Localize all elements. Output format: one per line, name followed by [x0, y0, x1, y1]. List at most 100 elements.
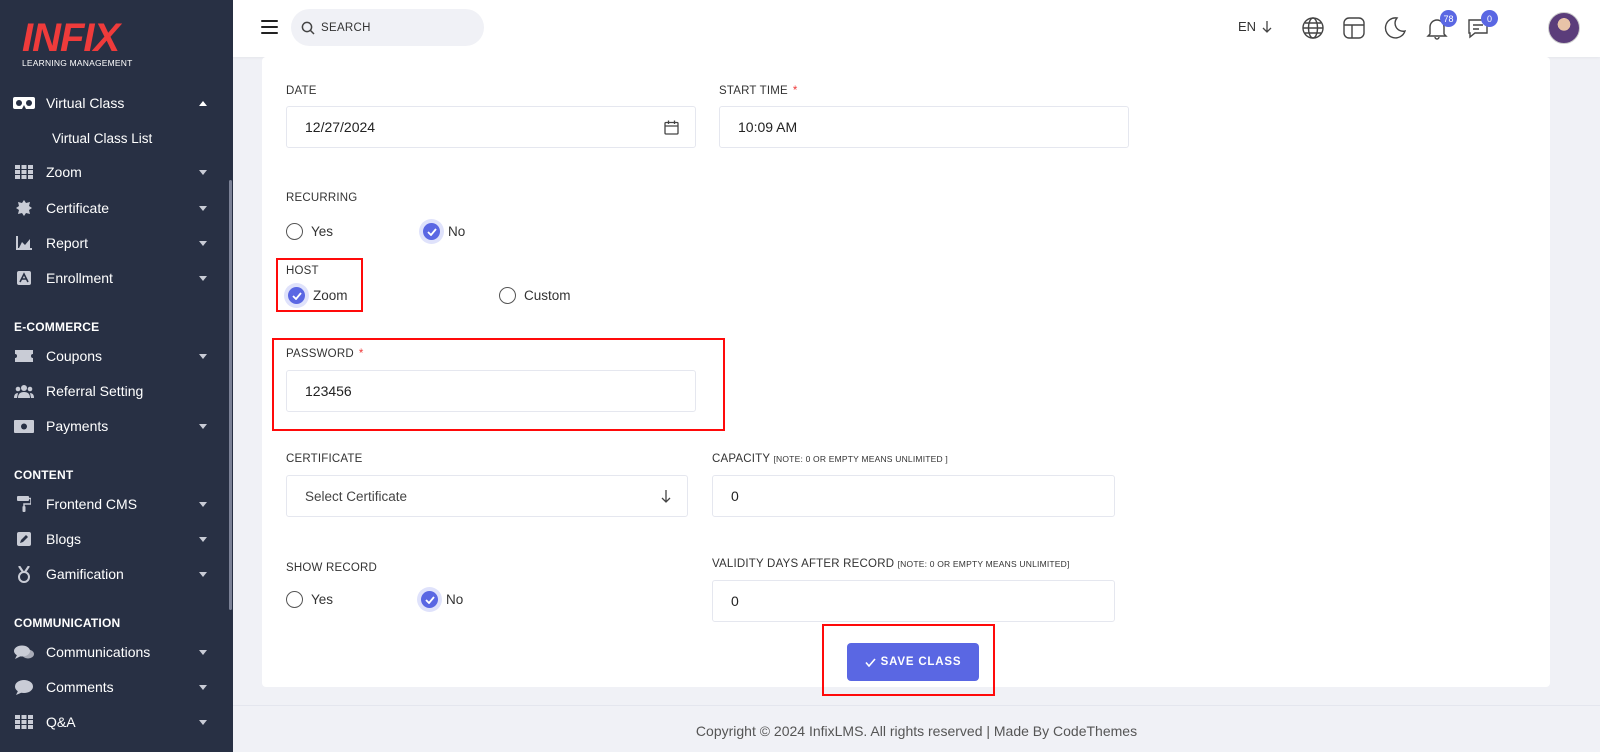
- highlight-host: [276, 258, 363, 312]
- chevron-down-icon: [199, 423, 207, 429]
- sidebar-item-virtual-class[interactable]: Virtual Class: [0, 88, 229, 118]
- highlight-save: [822, 624, 995, 696]
- sidebar-item-label: Payments: [46, 418, 109, 434]
- paint-roller-icon: [13, 496, 35, 512]
- sidebar-item-certificate[interactable]: Certificate: [0, 193, 229, 223]
- avatar[interactable]: [1548, 12, 1580, 44]
- highlight-password: [272, 338, 725, 431]
- chevron-down-icon: [199, 536, 207, 542]
- validity-days-label: VALIDITY DAYS AFTER RECORD [NOTE: 0 OR E…: [712, 558, 1070, 570]
- logo-subtitle: LEARNING MANAGEMENT: [22, 58, 133, 68]
- menu-icon[interactable]: [261, 20, 278, 34]
- notification-badge: 78: [1440, 10, 1457, 27]
- sidebar-item-gamification[interactable]: Gamification: [0, 559, 229, 589]
- sidebar-item-label: Virtual Class: [46, 95, 125, 111]
- topbar: EN 78 0: [233, 0, 1600, 57]
- date-label: DATE: [286, 85, 317, 97]
- start-time-field[interactable]: 10:09 AM: [719, 106, 1129, 148]
- sidebar-section-ecommerce: E-COMMERCE: [14, 320, 100, 334]
- sidebar-item-blogs[interactable]: Blogs: [0, 524, 229, 554]
- sidebar-item-label: Report: [46, 235, 89, 251]
- copyright-text: Copyright © 2024 InfixLMS. All rights re…: [695, 723, 1138, 739]
- radio-unchecked-icon: [286, 591, 303, 608]
- validity-days-field[interactable]: 0: [712, 580, 1115, 622]
- sidebar-item-comments[interactable]: Comments: [0, 672, 229, 702]
- search-input[interactable]: [321, 21, 471, 34]
- globe-icon[interactable]: [1301, 16, 1325, 40]
- logo[interactable]: INFIX LEARNING MANAGEMENT: [22, 16, 133, 68]
- medal-icon: [13, 565, 35, 583]
- ticket-icon: [13, 348, 35, 364]
- bell-icon[interactable]: 78: [1425, 10, 1457, 40]
- chevron-down-icon: [199, 169, 207, 175]
- message-icon[interactable]: 0: [1466, 10, 1498, 40]
- capacity-label: CAPACITY [NOTE: 0 OR EMPTY MEANS UNLIMIT…: [712, 453, 948, 465]
- chevron-up-icon: [199, 100, 207, 106]
- chevron-down-icon: [199, 353, 207, 359]
- grid-icon: [13, 164, 35, 180]
- sidebar-item-label: Coupons: [46, 348, 103, 364]
- moon-icon[interactable]: [1383, 16, 1407, 40]
- chevron-down-icon: [199, 649, 207, 655]
- sidebar-item-enrollment[interactable]: Enrollment: [0, 263, 229, 293]
- sidebar-item-referral-setting[interactable]: Referral Setting: [0, 376, 229, 406]
- start-time-value: 10:09 AM: [738, 119, 798, 135]
- sidebar-item-payments[interactable]: Payments: [0, 411, 229, 441]
- sidebar-item-label: Certificate: [46, 200, 110, 216]
- sidebar-subitem-virtual-class-list[interactable]: Virtual Class List: [52, 131, 152, 146]
- comment-icon: [13, 679, 35, 695]
- sidebar-item-zoom[interactable]: Zoom: [0, 157, 229, 187]
- recurring-no-radio[interactable]: No: [423, 223, 465, 240]
- chevron-down-icon: [199, 571, 207, 577]
- certificate-placeholder: Select Certificate: [305, 488, 408, 504]
- grid-icon: [13, 714, 35, 730]
- sidebar-item-communications[interactable]: Communications: [0, 637, 229, 667]
- chevron-down-icon: [199, 205, 207, 211]
- sidebar-item-coupons[interactable]: Coupons: [0, 341, 229, 371]
- radio-label: Yes: [311, 224, 334, 239]
- sidebar-section-content: CONTENT: [14, 468, 74, 482]
- show-record-label: SHOW RECORD: [286, 562, 378, 574]
- show-record-yes-radio[interactable]: Yes: [286, 591, 333, 608]
- start-time-label: START TIME *: [719, 85, 798, 97]
- search-icon: [301, 21, 315, 35]
- recurring-yes-radio[interactable]: Yes: [286, 223, 333, 240]
- sidebar-section-communication: COMMUNICATION: [14, 616, 121, 630]
- certificate-label: CERTIFICATE: [286, 453, 363, 465]
- sidebar-item-frontend-cms[interactable]: Frontend CMS: [0, 489, 229, 519]
- sidebar-item-qa[interactable]: Q&A: [0, 707, 229, 737]
- validity-days-value: 0: [731, 593, 739, 609]
- date-field[interactable]: 12/27/2024: [286, 106, 696, 148]
- enrollment-icon: [13, 270, 35, 286]
- certificate-icon: [13, 200, 35, 216]
- chevron-down-icon: [199, 275, 207, 281]
- radio-unchecked-icon: [499, 287, 516, 304]
- language-code: EN: [1238, 19, 1257, 34]
- calendar-icon[interactable]: [664, 120, 679, 135]
- sidebar-item-report[interactable]: Report: [0, 228, 229, 258]
- chevron-down-icon: [199, 684, 207, 690]
- capacity-value: 0: [731, 488, 739, 504]
- date-value: 12/27/2024: [305, 119, 376, 135]
- chevron-down-icon: [199, 240, 207, 246]
- sidebar-item-label: Communications: [46, 644, 151, 660]
- message-badge: 0: [1481, 10, 1498, 27]
- sidebar-item-label: Referral Setting: [46, 383, 144, 399]
- language-selector[interactable]: EN: [1238, 19, 1272, 34]
- logo-text: INFIX: [22, 16, 120, 60]
- radio-checked-icon: [421, 591, 438, 608]
- certificate-select[interactable]: Select Certificate: [286, 475, 688, 517]
- radio-unchecked-icon: [286, 223, 303, 240]
- chat-bubbles-icon: [13, 644, 35, 660]
- capacity-field[interactable]: 0: [712, 475, 1115, 517]
- recurring-label: RECURRING: [286, 192, 358, 204]
- show-record-no-radio[interactable]: No: [421, 591, 463, 608]
- sidebar-item-label: Gamification: [46, 566, 124, 582]
- edit-icon: [13, 531, 35, 547]
- host-custom-radio[interactable]: Custom: [499, 287, 571, 304]
- sidebar-item-label: Q&A: [46, 714, 76, 730]
- sidebar-scrollbar[interactable]: [229, 180, 232, 610]
- sidebar-item-label: Enrollment: [46, 270, 113, 286]
- layout-icon[interactable]: [1342, 16, 1366, 40]
- search-box[interactable]: [291, 9, 484, 46]
